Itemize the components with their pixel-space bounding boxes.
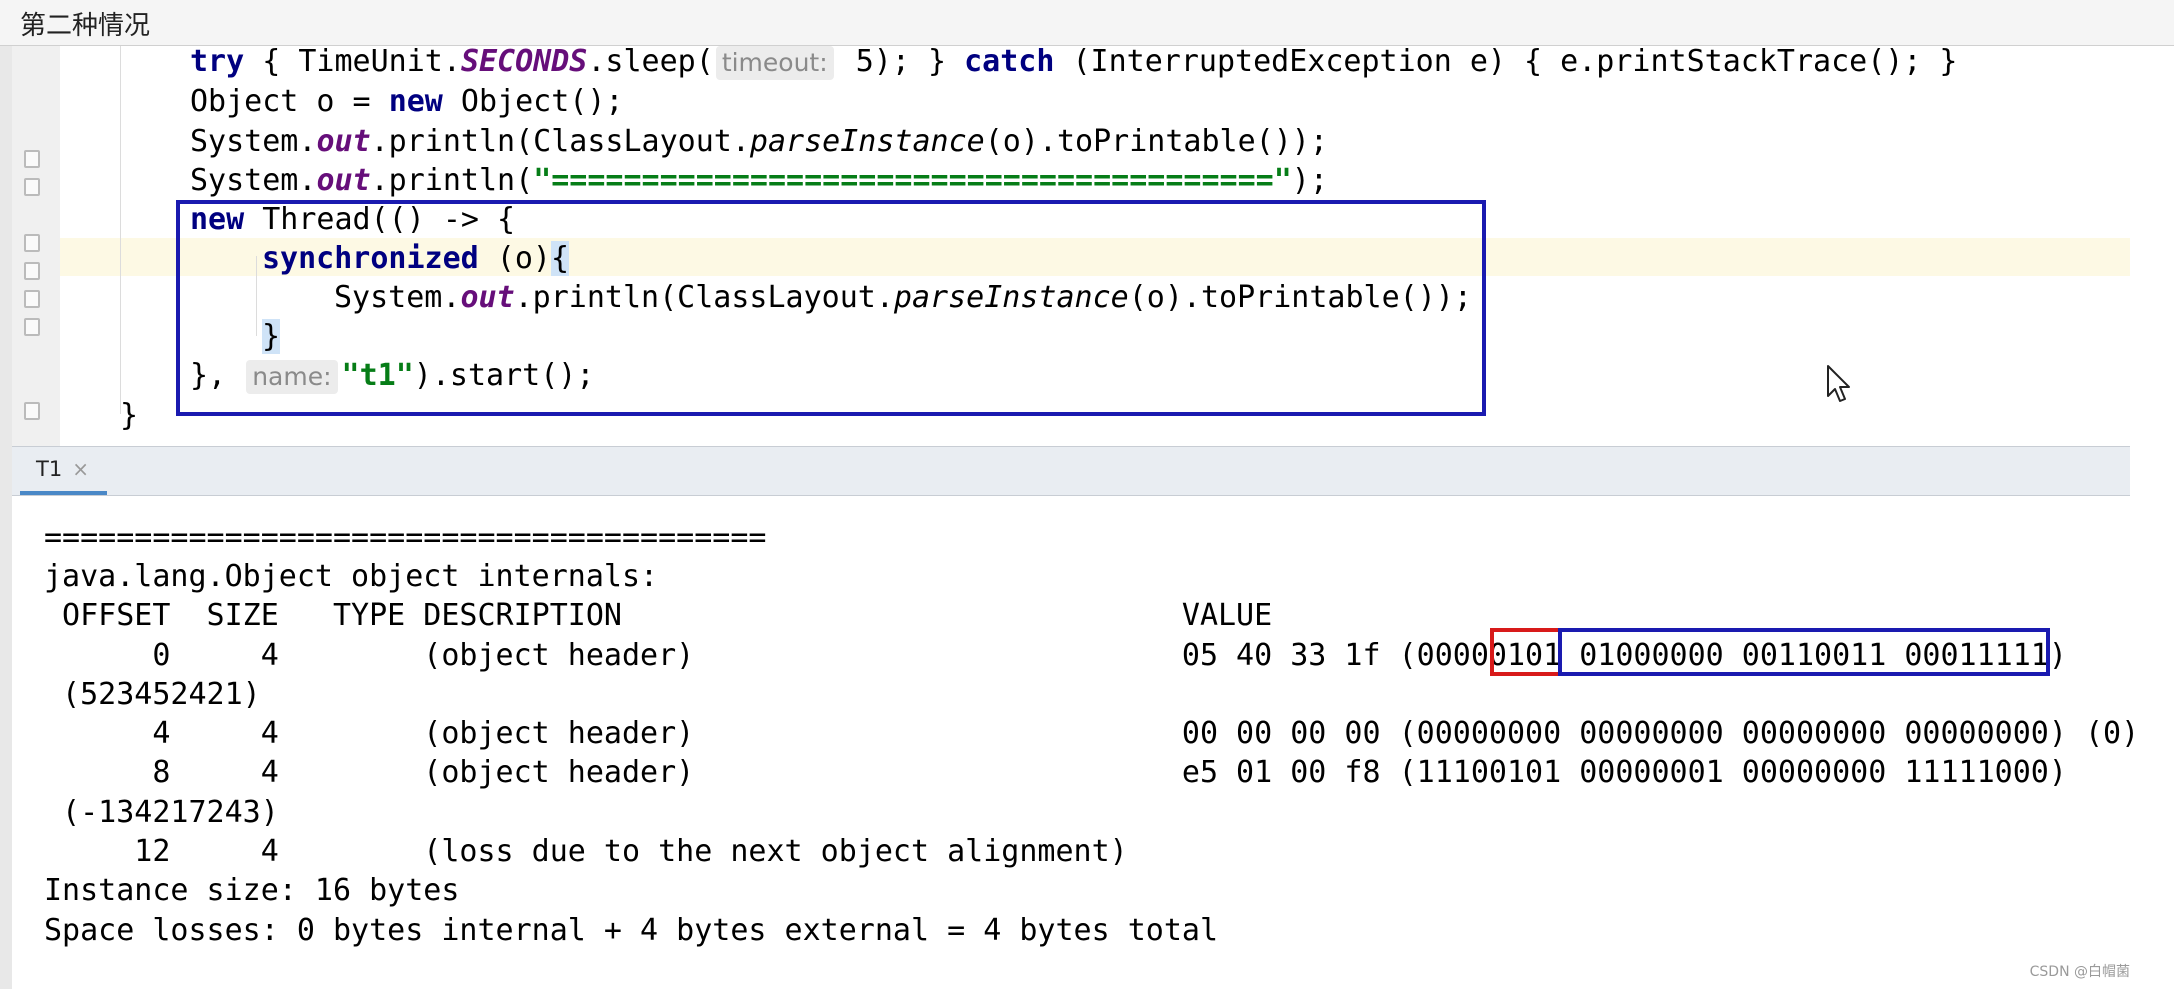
console-line: OFFSET SIZE TYPE DESCRIPTION VALUE <box>44 598 1273 633</box>
console-line: Instance size: 16 bytes <box>44 873 460 908</box>
code-editor[interactable]: try { TimeUnit.SECONDS.sleep(timeout: 5)… <box>12 46 2130 446</box>
console-line: Space losses: 0 bytes internal + 4 bytes… <box>44 913 1218 948</box>
run-tab-bar: T1 × <box>12 446 2130 496</box>
console-line: java.lang.Object object internals: <box>44 559 659 594</box>
window-header: 第二种情况 <box>0 0 2174 46</box>
console-line: 8 4 (object header) e5 01 00 f8 (1110010… <box>44 755 2067 790</box>
fold-marker-icon[interactable] <box>24 178 40 196</box>
header-title: 第二种情况 <box>20 11 151 41</box>
fold-marker-icon[interactable] <box>24 234 40 252</box>
left-edge <box>0 46 12 989</box>
code-line-1: try { TimeUnit.SECONDS.sleep(timeout: 5)… <box>190 46 1958 80</box>
thread-block-highlight-box <box>176 200 1486 416</box>
watermark: CSDN @白帽菌 <box>2029 964 2130 980</box>
console-line: (523452421) <box>44 677 261 712</box>
console-line: ======================================== <box>44 520 767 555</box>
fold-marker-icon[interactable] <box>24 318 40 336</box>
code-line-2: Object o = new Object(); <box>190 84 624 119</box>
mouse-pointer-icon <box>1826 364 1852 408</box>
console-output: ========================================… <box>12 496 2139 989</box>
indent-guide <box>120 46 121 414</box>
console-line: (-134217243) <box>44 795 279 830</box>
close-icon[interactable]: × <box>72 457 89 481</box>
fold-marker-icon[interactable] <box>24 290 40 308</box>
editor-gutter <box>12 46 60 446</box>
tab-t1[interactable]: T1 × <box>20 447 107 495</box>
console-line: 4 4 (object header) 00 00 00 00 (0000000… <box>44 716 2140 751</box>
code-line-4: System.out.println("====================… <box>190 163 1328 198</box>
fold-marker-icon[interactable] <box>24 150 40 168</box>
fold-marker-icon[interactable] <box>24 262 40 280</box>
code-line-10: } <box>120 398 139 433</box>
lock-bits-highlight-box <box>1490 628 1562 676</box>
thread-id-bits-highlight-box <box>1558 628 2050 676</box>
tab-label: T1 <box>36 457 63 481</box>
fold-marker-icon[interactable] <box>24 402 40 420</box>
code-line-3: System.out.println(ClassLayout.parseInst… <box>190 124 1328 159</box>
console-line: 12 4 (loss due to the next object alignm… <box>44 834 1128 869</box>
param-hint: timeout: <box>715 46 834 80</box>
